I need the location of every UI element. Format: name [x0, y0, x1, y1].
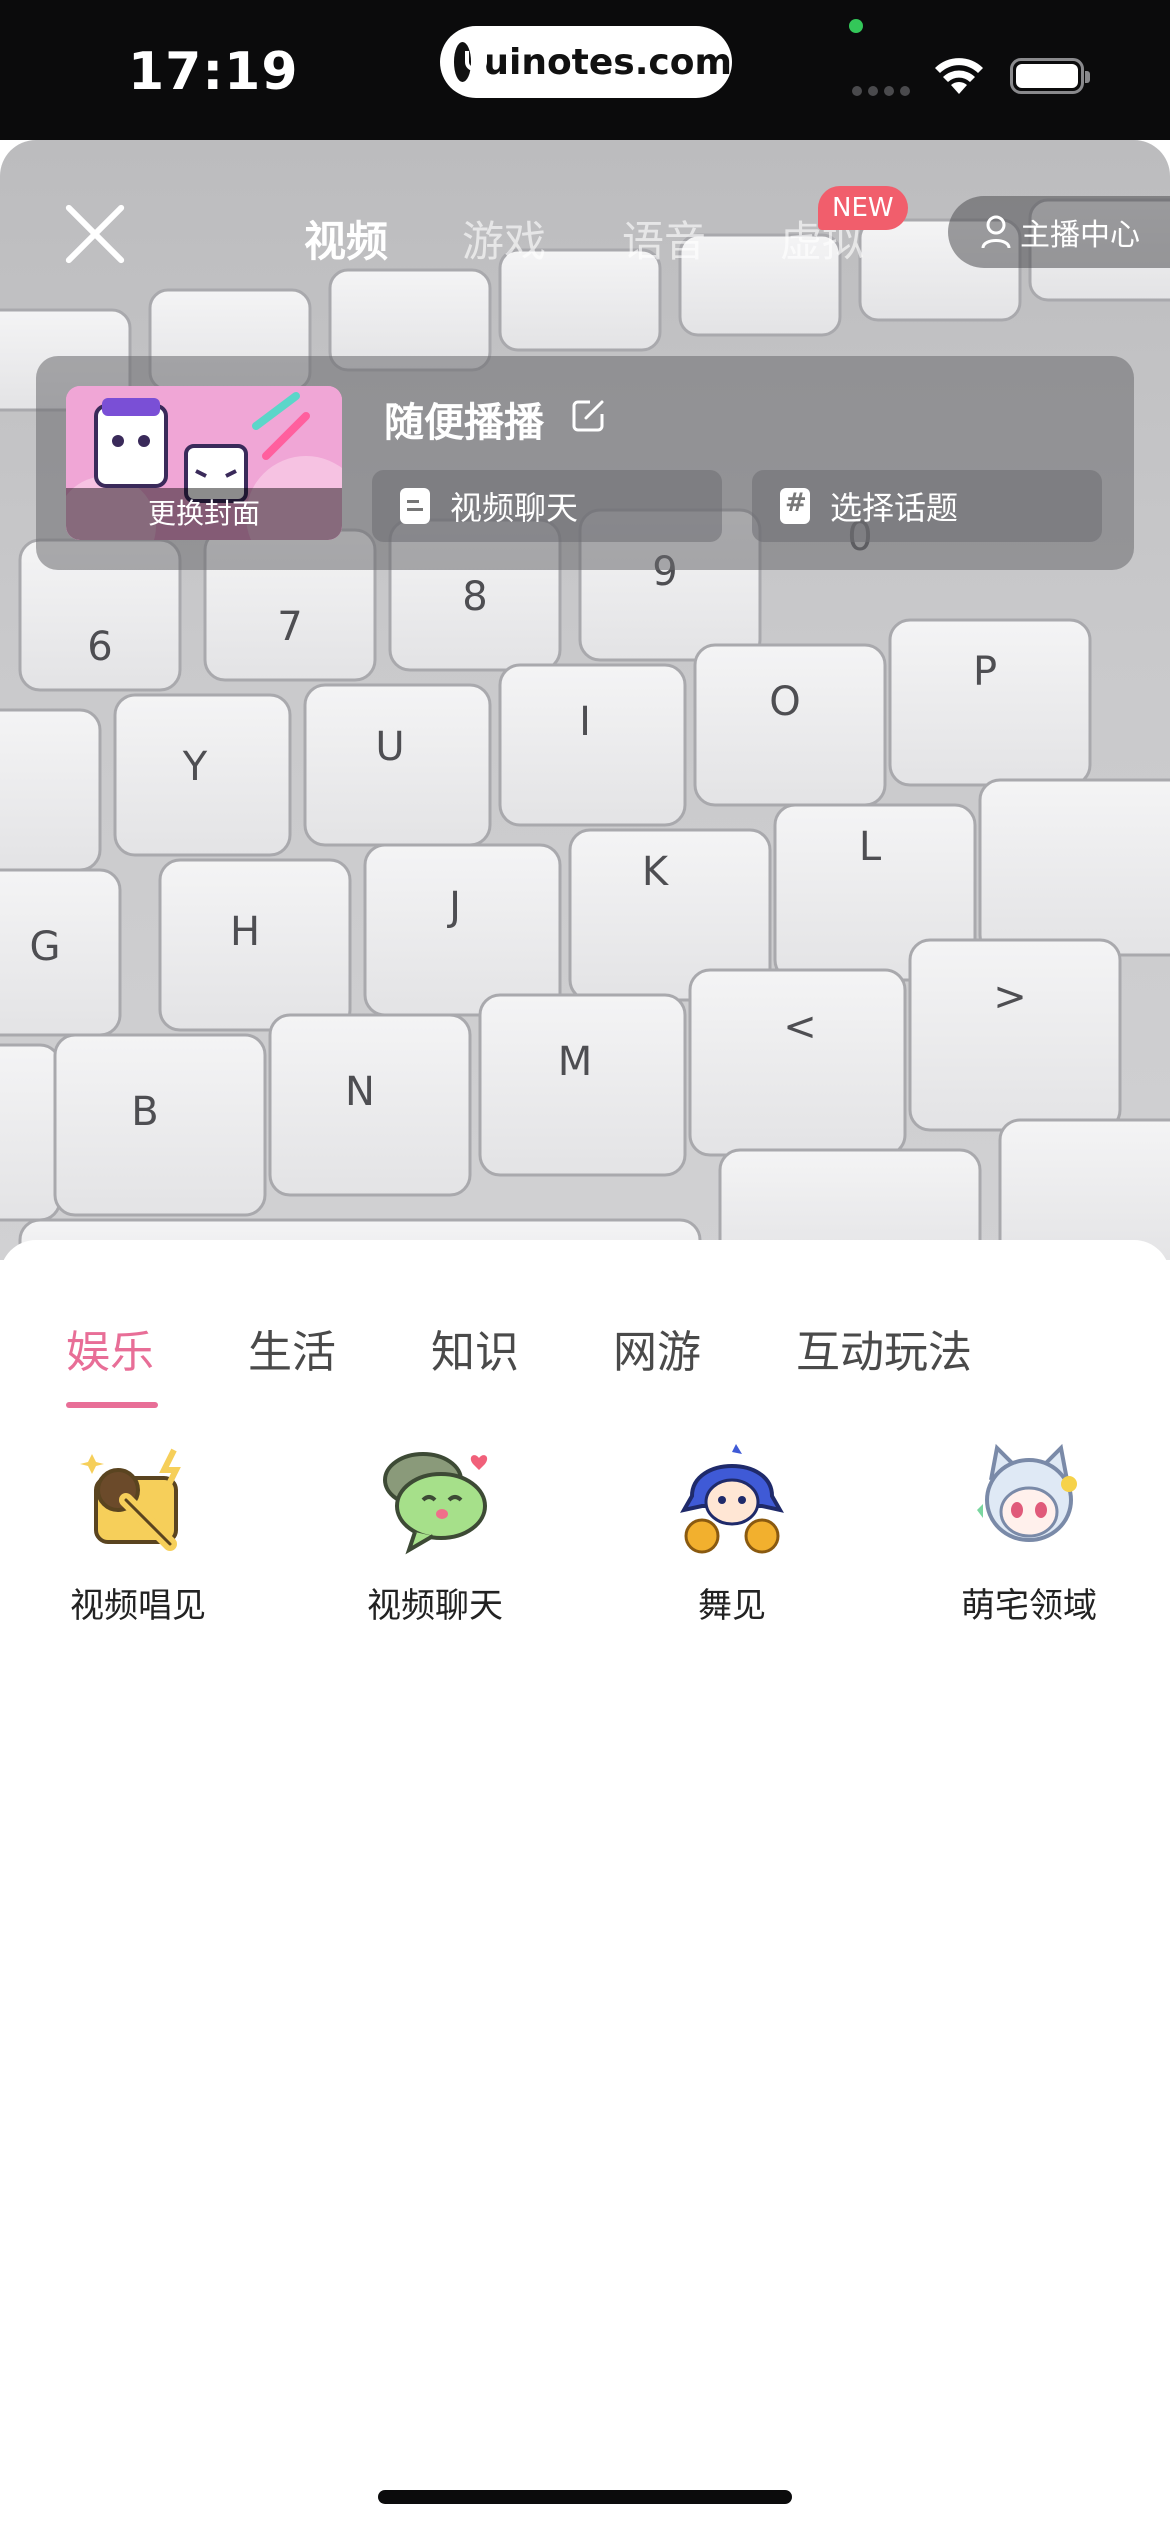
microphone-mascot-icon	[80, 1448, 181, 1551]
category-item-video-chat[interactable]: 视频聊天	[315, 1440, 555, 1627]
host-center-label: 主播中心	[1020, 218, 1140, 253]
category-item-singing[interactable]: 视频唱见	[18, 1440, 258, 1627]
close-button[interactable]	[62, 200, 130, 268]
category-tab-knowledge[interactable]: 知识	[431, 1316, 519, 1380]
cat-girl-mascot-icon	[977, 1443, 1077, 1542]
svg-text:H: H	[230, 909, 260, 955]
tab-voice[interactable]: 语音	[622, 208, 706, 269]
camera-preview: 678 90 YUI OP GHJ KL BNM <> 视频 游戏 语音 虚拟 …	[0, 140, 1170, 1260]
chat-bubble-mascot-icon	[383, 1452, 488, 1555]
svg-text:K: K	[642, 849, 670, 895]
keyboard-camera-feed: 678 90 YUI OP GHJ KL BNM <>	[0, 198, 1170, 1260]
tab-game[interactable]: 游戏	[462, 208, 546, 269]
svg-text:<: <	[783, 1004, 817, 1050]
room-info-panel: 更换封面 随便播播 视频聊天 # 选择话题	[36, 356, 1134, 570]
svg-text:L: L	[859, 824, 882, 870]
chat-category-label: 视频聊天	[450, 489, 579, 527]
url-pill[interactable]: uinotes.com	[440, 26, 732, 98]
category-item-label: 视频唱见	[70, 1586, 206, 1626]
wifi-icon	[935, 58, 983, 94]
svg-text:B: B	[131, 1089, 158, 1135]
svg-text:P: P	[973, 649, 997, 695]
topic-chip[interactable]: # 选择话题	[752, 470, 1102, 542]
svg-text:6: 6	[87, 624, 112, 670]
svg-text:>: >	[993, 974, 1027, 1020]
svg-text:I: I	[579, 699, 591, 745]
svg-text:U: U	[375, 724, 404, 770]
category-tab-life[interactable]: 生活	[248, 1316, 336, 1380]
svg-text:8: 8	[462, 574, 487, 620]
tab-video[interactable]: 视频	[304, 208, 388, 269]
dancer-mascot-icon	[680, 1444, 784, 1554]
category-tab-interactive[interactable]: 互动玩法	[796, 1316, 972, 1380]
chat-category-chip[interactable]: 视频聊天	[372, 470, 722, 542]
home-indicator[interactable]	[378, 2490, 792, 2504]
svg-text:7: 7	[277, 604, 302, 650]
category-item-dance[interactable]: 舞见	[612, 1440, 852, 1627]
status-time: 17:19	[128, 42, 299, 102]
svg-text:N: N	[345, 1069, 375, 1115]
battery-icon	[1010, 58, 1090, 94]
topic-label: 选择话题	[830, 489, 959, 527]
svg-text:J: J	[446, 884, 461, 930]
category-item-label: 舞见	[698, 1586, 766, 1626]
active-tab-indicator	[66, 1402, 158, 1408]
site-logo-icon	[454, 42, 488, 82]
room-title[interactable]: 随便播播	[384, 390, 544, 448]
category-item-otaku[interactable]: 萌宅领域	[909, 1440, 1149, 1627]
person-icon	[981, 215, 1011, 249]
url-text: uinotes.com	[483, 41, 732, 83]
change-cover-label: 更换封面	[66, 488, 342, 540]
edit-icon[interactable]	[570, 398, 606, 434]
cover-image[interactable]: 更换封面	[66, 386, 342, 540]
category-sheet: 娱乐 生活 知识 网游 互动玩法 视频唱见 视频聊天 舞见 萌宅领域	[0, 1240, 1170, 2532]
hashtag-icon: #	[780, 488, 810, 524]
host-center-button[interactable]: 主播中心	[948, 196, 1170, 268]
category-tab-online-games[interactable]: 网游	[613, 1316, 701, 1380]
svg-text:G: G	[30, 924, 61, 970]
svg-text:O: O	[769, 679, 800, 725]
svg-text:M: M	[558, 1039, 593, 1085]
cellular-signal-icon	[852, 86, 910, 96]
new-badge: NEW	[818, 186, 908, 230]
category-item-label: 视频聊天	[367, 1586, 503, 1626]
category-item-label: 萌宅领域	[961, 1586, 1097, 1626]
camera-indicator-icon	[849, 19, 863, 33]
category-tab-entertainment[interactable]: 娱乐	[66, 1316, 154, 1380]
status-bar: 17:19 uinotes.com	[0, 0, 1170, 140]
svg-text:Y: Y	[182, 744, 208, 790]
document-icon	[400, 488, 430, 524]
